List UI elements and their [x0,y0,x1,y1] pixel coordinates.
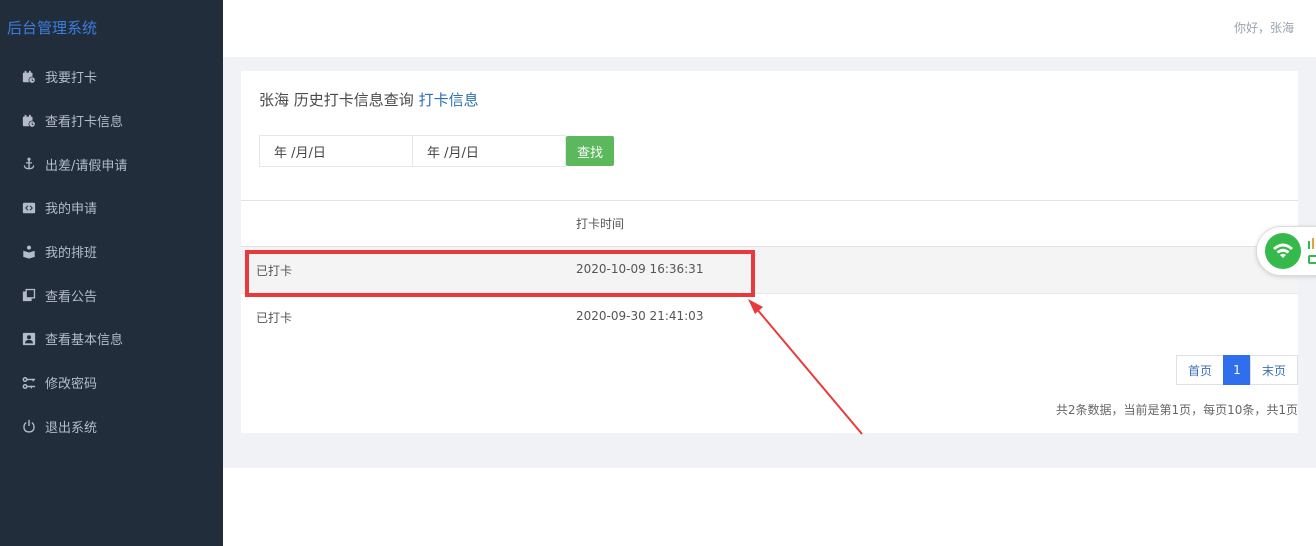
sidebar-item-leave-request[interactable]: 出差/请假申请 [0,142,223,186]
breadcrumb: 张海 历史打卡信息查询 打卡信息 [259,89,479,110]
first-page-button[interactable]: 首页 [1175,355,1224,385]
sidebar-item-label: 我的申请 [45,202,98,218]
sidebar-item-my-requests[interactable]: 我的申请 [0,186,223,230]
calendar-clock-icon [21,69,37,85]
sidebar-item-my-schedule[interactable]: 我的排班 [0,230,223,274]
sidebar-item-label: 修改密码 [45,377,98,393]
user-greeting[interactable]: 你好，张海 [1234,19,1294,36]
calendar-clock-icon [21,113,37,129]
end-date-placeholder: 年 /月/日 [427,145,479,161]
sidebar-item-label: 查看基本信息 [45,333,124,349]
page-title: 张海 历史打卡信息查询 [259,91,414,109]
keys-icon [21,375,37,391]
top-header: 你好，张海 [223,0,1316,57]
sidebar-item-label: 出差/请假申请 [45,158,128,174]
start-date-input[interactable]: 年 /月/日 [259,135,413,167]
sidebar-item-announcements[interactable]: 查看公告 [0,273,223,317]
current-page-button[interactable]: 1 [1222,355,1251,385]
highlight-box [245,250,755,297]
pagination-summary: 共2条数据，当前是第1页，每页10条，共1页 [1055,403,1298,417]
table-row[interactable]: 已打卡 2020-09-30 21:41:03 [241,294,1298,341]
sidebar-item-label: 查看打卡信息 [45,115,124,131]
column-header-time: 打卡时间 [576,217,625,231]
copy-icon [21,287,37,303]
sidebar-nav: 我要打卡 查看打卡信息 出差/请假申请 我的申请 我的排班 查看公告 查看基本信… [0,55,223,448]
signal-icon [1308,238,1316,264]
floating-wifi-widget[interactable] [1256,226,1316,276]
sidebar-item-label: 我的排班 [45,246,98,262]
power-icon [21,418,37,434]
sidebar-item-basic-info[interactable]: 查看基本信息 [0,317,223,361]
start-date-placeholder: 年 /月/日 [274,145,326,161]
pagination: 首页 1 末页 [1175,355,1298,385]
sidebar-item-check-in[interactable]: 我要打卡 [0,55,223,99]
sidebar-item-logout[interactable]: 退出系统 [0,405,223,449]
sidebar-item-label: 查看公告 [45,289,98,305]
page-subtitle: 打卡信息 [418,91,479,109]
id-card-icon [21,331,37,347]
check-in-time: 2020-09-30 21:41:03 [576,309,704,323]
anchor-icon [21,156,37,172]
last-page-button[interactable]: 末页 [1249,355,1298,385]
end-date-input[interactable]: 年 /月/日 [412,135,566,167]
table-header: 打卡时间 [241,200,1298,247]
sidebar-item-label: 退出系统 [45,420,98,436]
sidebar-item-view-check-in[interactable]: 查看打卡信息 [0,99,223,143]
code-square-icon [21,200,37,216]
sidebar-item-change-password[interactable]: 修改密码 [0,361,223,405]
brand-title[interactable]: 后台管理系统 [7,17,97,38]
search-button[interactable]: 查找 [566,136,614,166]
reader-icon [21,244,37,260]
sidebar: 后台管理系统 我要打卡 查看打卡信息 出差/请假申请 我的申请 我的排班 查看公… [0,0,223,546]
check-in-status: 已打卡 [256,311,293,325]
sidebar-item-label: 我要打卡 [45,71,98,87]
wifi-icon [1265,233,1301,269]
